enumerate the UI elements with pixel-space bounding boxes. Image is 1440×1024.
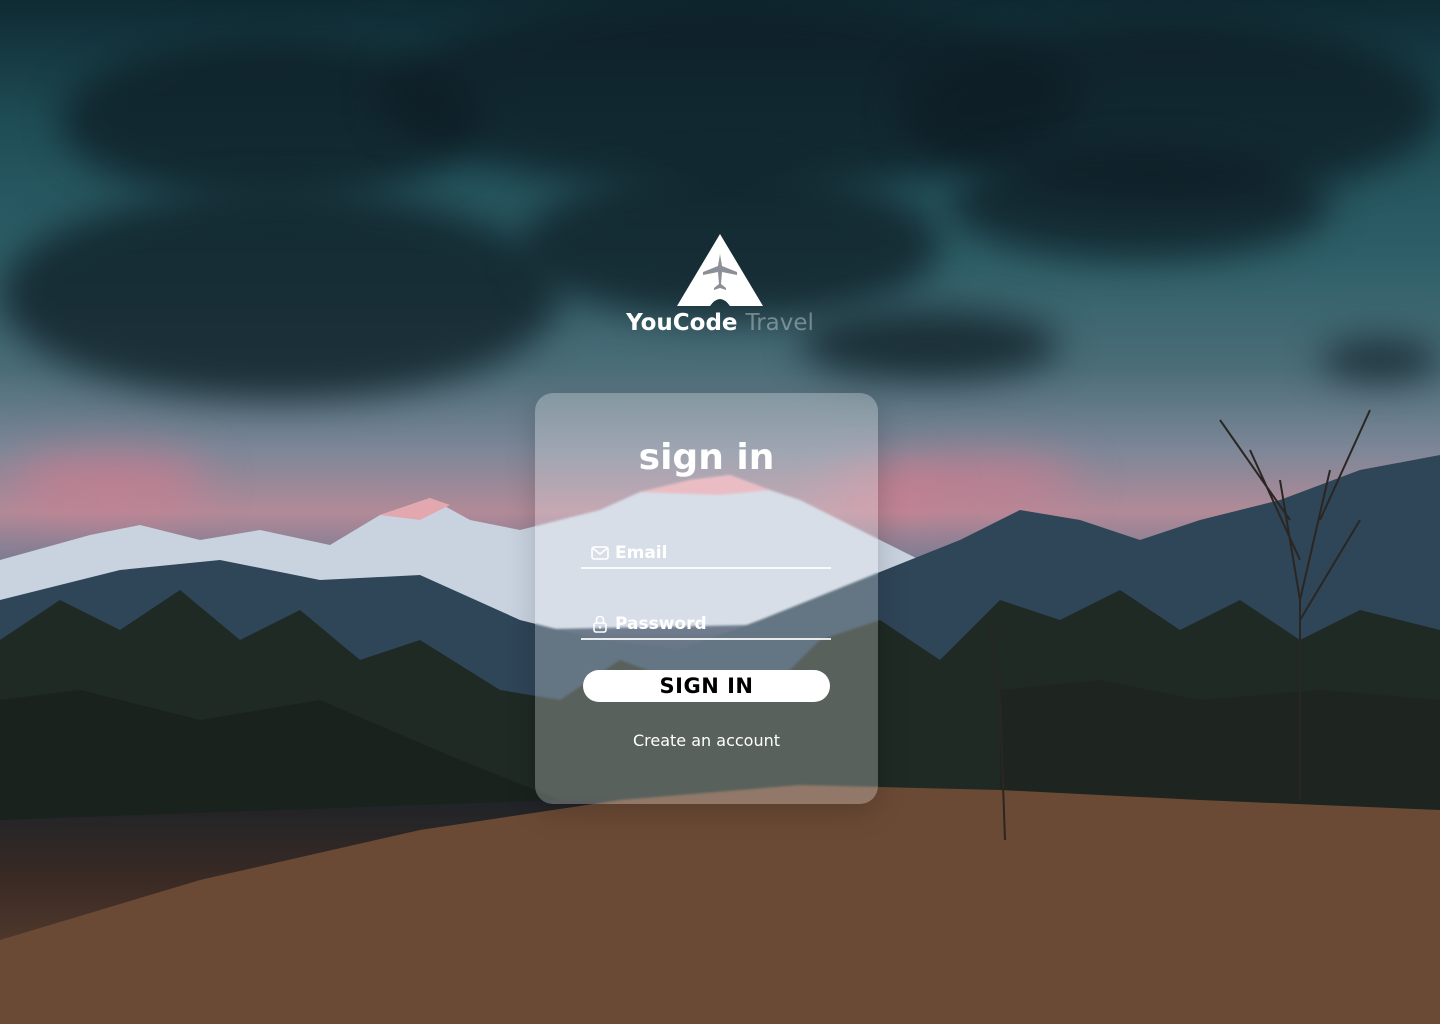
email-input[interactable] bbox=[615, 543, 815, 563]
email-field[interactable] bbox=[581, 539, 831, 569]
airplane-triangle-icon bbox=[677, 234, 763, 306]
password-field[interactable] bbox=[581, 610, 831, 640]
signin-title: sign in bbox=[638, 437, 775, 478]
brand-name-secondary: Travel bbox=[745, 310, 814, 336]
password-input[interactable] bbox=[615, 614, 815, 634]
brand-logo: YouCode Travel bbox=[620, 232, 820, 342]
envelope-icon bbox=[591, 544, 609, 562]
signin-card: sign in SIGN IN Create an account bbox=[535, 393, 878, 804]
brand-name: YouCode Travel bbox=[620, 310, 820, 336]
lock-icon bbox=[591, 615, 609, 633]
signin-button[interactable]: SIGN IN bbox=[583, 670, 830, 702]
brand-name-primary: YouCode bbox=[626, 310, 738, 336]
create-account-link[interactable]: Create an account bbox=[535, 731, 878, 750]
